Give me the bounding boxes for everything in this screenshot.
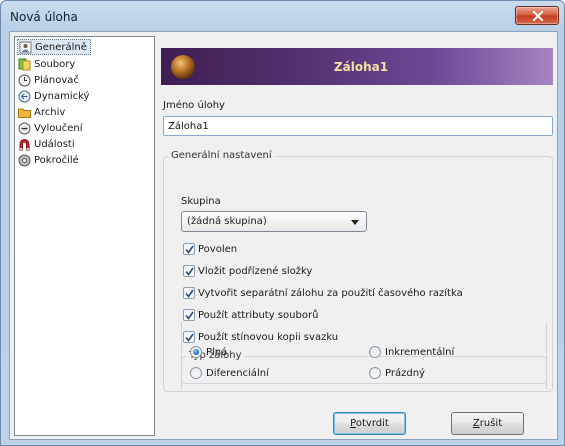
radio-label: Plná <box>206 346 228 358</box>
chevron-down-icon <box>351 220 359 225</box>
radio-differential[interactable]: Diferenciální <box>190 366 269 380</box>
task-name-label: Jméno úlohy <box>163 100 225 111</box>
checkbox-box[interactable] <box>183 243 195 255</box>
window-title: Nová úloha <box>10 10 78 24</box>
checkmark-icon <box>185 311 194 320</box>
checkbox-separate-backup-timestamp[interactable]: Vytvořit separátní zálohu za použití čas… <box>183 286 463 300</box>
radio-empty[interactable]: Prázdný <box>369 366 425 380</box>
checkmark-icon <box>185 267 194 276</box>
radio-label: Prázdný <box>385 367 425 379</box>
dynamic-icon <box>18 90 31 103</box>
nav-item-label: Dynamický <box>34 90 90 102</box>
nav-item-label: Archiv <box>34 106 66 118</box>
confirm-button[interactable]: Potvrdit <box>333 412 406 435</box>
radio-full[interactable]: Plná <box>190 345 227 359</box>
document-person-icon <box>19 41 32 54</box>
checkbox-label: Použít attributy souborů <box>198 309 319 321</box>
nav-item-label: Soubory <box>34 58 76 70</box>
nav-item-advanced[interactable]: Pokročilé <box>17 152 82 168</box>
nav-item-label: Vyloučení <box>34 122 83 134</box>
close-button[interactable] <box>515 6 559 25</box>
nav-item-general[interactable]: Generálně <box>17 39 91 55</box>
radio-button[interactable] <box>190 346 202 358</box>
nav-item-label: Plánovač <box>34 74 79 86</box>
checkbox-box[interactable] <box>183 309 195 321</box>
gear-icon <box>18 154 31 167</box>
task-banner: Záloha1 <box>161 48 553 85</box>
radio-button[interactable] <box>190 367 202 379</box>
nav-item-exclusions[interactable]: Vyloučení <box>17 120 86 136</box>
nav-item-events[interactable]: Události <box>17 136 78 152</box>
clock-icon <box>18 74 31 87</box>
banner-title: Záloha1 <box>333 60 389 74</box>
close-icon <box>532 11 544 21</box>
folder-icon <box>18 106 31 119</box>
nav-item-files[interactable]: Soubory <box>17 56 78 72</box>
checkbox-label: Povolen <box>198 243 238 255</box>
minus-circle-icon <box>18 122 31 135</box>
radio-incremental[interactable]: Inkrementální <box>369 345 454 359</box>
nav-item-label: Pokročilé <box>34 154 79 166</box>
magnet-icon <box>18 138 31 151</box>
group-title: Generální nastavení <box>168 150 275 161</box>
nav-item-label: Generálně <box>35 41 87 53</box>
radio-button[interactable] <box>369 346 381 358</box>
task-name-input[interactable] <box>163 116 553 136</box>
checkbox-use-file-attributes[interactable]: Použít attributy souborů <box>183 308 318 322</box>
nav-item-dynamic[interactable]: Dynamický <box>17 88 92 104</box>
cancel-button[interactable]: Zrušit <box>451 412 524 435</box>
radio-label: Diferenciální <box>206 367 269 379</box>
checkbox-label: Vložit podřízené složky <box>198 265 313 277</box>
checkbox-label: Vytvořit separátní zálohu za použití čas… <box>198 287 463 299</box>
checkbox-include-subfolders[interactable]: Vložit podřízené složky <box>183 264 312 278</box>
category-list[interactable]: Generálně Soubory Plánovač Dynamický Arc… <box>14 36 155 436</box>
group-select[interactable]: (žádná skupina) <box>181 211 367 232</box>
files-icon <box>18 58 31 71</box>
confirm-label: otvrdit <box>355 418 389 429</box>
group-select-value: (žádná skupina) <box>187 216 267 227</box>
checkmark-icon <box>185 245 194 254</box>
radio-button[interactable] <box>369 367 381 379</box>
group-field-label: Skupina <box>181 196 221 207</box>
title-bar[interactable]: Nová úloha <box>1 1 564 31</box>
nav-item-archive[interactable]: Archiv <box>17 104 68 120</box>
dialog-window: Nová úloha Generálně Soubory Plánovač Dy… <box>0 0 565 446</box>
planet-icon <box>171 55 195 79</box>
checkmark-icon <box>185 289 194 298</box>
cancel-label: rušit <box>479 418 503 429</box>
cancel-accel: Z <box>472 418 480 429</box>
checkbox-box[interactable] <box>183 287 195 299</box>
nav-item-scheduler[interactable]: Plánovač <box>17 72 82 88</box>
dialog-client-area: Generálně Soubory Plánovač Dynamický Arc… <box>9 31 558 440</box>
radio-label: Inkrementální <box>385 346 455 358</box>
checkbox-enabled[interactable]: Povolen <box>183 242 237 256</box>
nav-item-label: Události <box>34 138 75 150</box>
checkbox-box[interactable] <box>183 265 195 277</box>
